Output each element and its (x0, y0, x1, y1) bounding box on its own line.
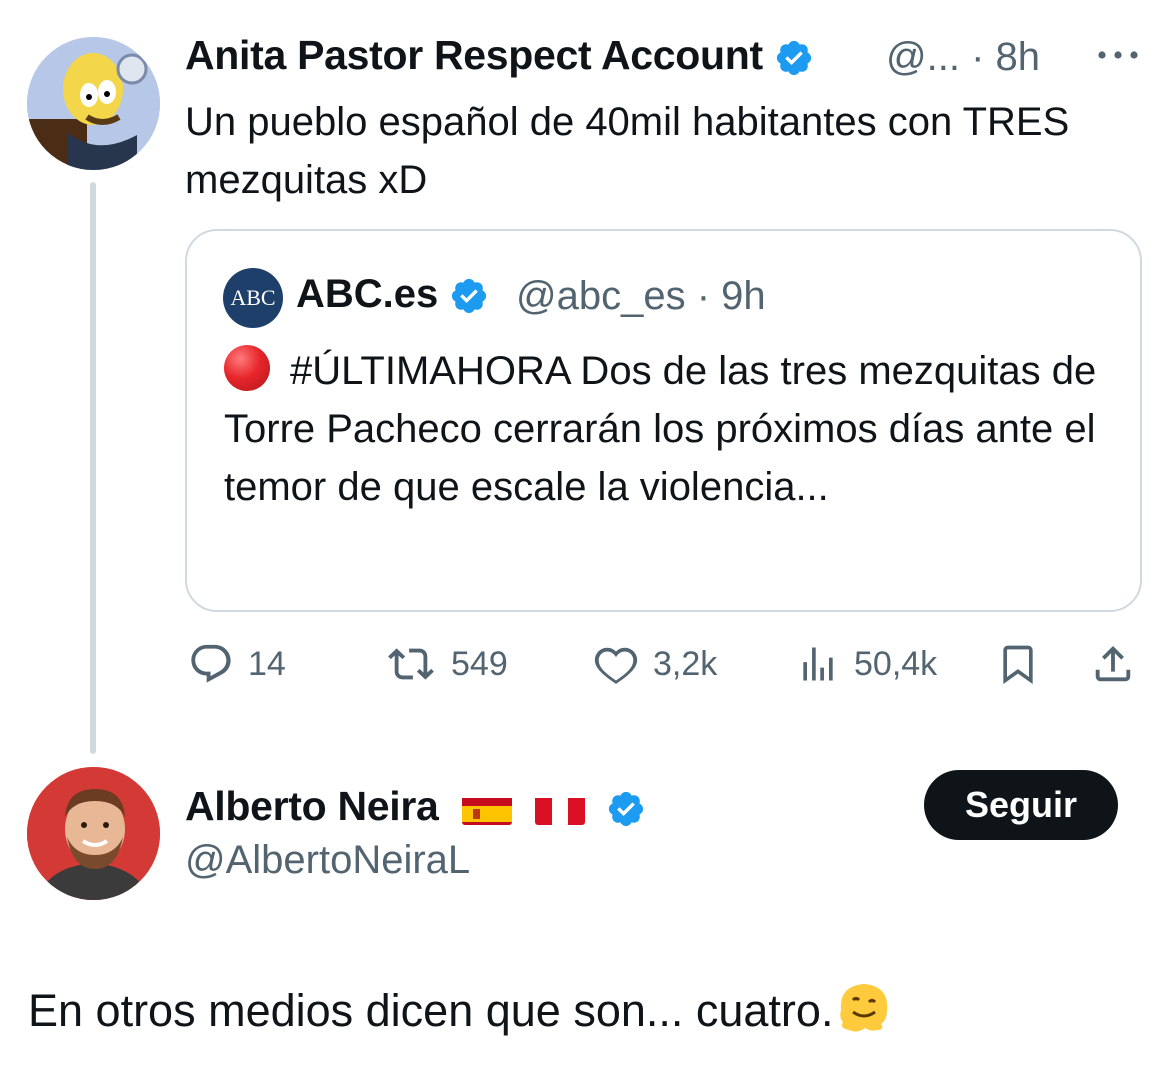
reply-author-name[interactable]: Alberto Neira (185, 783, 439, 829)
peru-flag-icon (534, 793, 585, 826)
tweet-text: Un pueblo español de 40mil habitantes co… (185, 100, 1070, 202)
retweet-count: 549 (451, 644, 508, 683)
reply-author-avatar[interactable] (27, 767, 160, 900)
views-button[interactable]: 50,4k (796, 640, 937, 688)
verified-badge-icon (452, 279, 487, 314)
retweet-button[interactable]: 549 (385, 640, 508, 688)
quote-author-handle[interactable]: @abc_es (516, 274, 686, 318)
author-handle-time[interactable]: @... · 8h (886, 35, 1040, 80)
comment-icon (191, 644, 231, 683)
bookmark-button[interactable] (996, 640, 1040, 688)
share-icon (1095, 645, 1131, 682)
tweet-time[interactable]: · 8h (971, 35, 1040, 79)
author-name-row[interactable]: Anita Pastor Respect Account (185, 32, 814, 79)
spain-flag-icon (461, 793, 512, 826)
red-circle-icon (224, 345, 270, 391)
follow-button[interactable]: Seguir (924, 770, 1118, 840)
thread-line (90, 182, 96, 754)
views-count: 50,4k (854, 644, 938, 683)
author-name[interactable]: Anita Pastor Respect Account (185, 32, 763, 78)
author-avatar[interactable] (27, 37, 160, 170)
reply-count: 14 (248, 644, 286, 683)
abc-logo-text: ABC (230, 285, 276, 310)
reply-text-row: En otros medios dicen que son... cuatro. (28, 980, 893, 1037)
melting-face-emoji-icon (840, 984, 888, 1032)
quote-author-name-row[interactable]: ABC.es (296, 272, 489, 317)
more-options-button[interactable] (1096, 40, 1140, 70)
reply-author-name-row[interactable]: Alberto Neira (185, 783, 646, 830)
verified-badge-icon (608, 792, 643, 827)
reply-text: En otros medios dicen que son... cuatro. (28, 985, 834, 1036)
like-count: 3,2k (653, 644, 718, 683)
reply-author-handle[interactable]: @AlbertoNeiraL (185, 838, 470, 883)
share-button[interactable] (1090, 640, 1136, 688)
retweet-icon (388, 648, 434, 680)
quote-handle-time[interactable]: @abc_es · 9h (516, 274, 766, 319)
like-button[interactable]: 3,2k (593, 640, 717, 688)
views-chart-icon (803, 647, 833, 681)
more-horizontal-icon (1098, 51, 1138, 59)
reply-button[interactable]: 14 (188, 640, 286, 688)
author-handle[interactable]: @... (886, 35, 960, 79)
bookmark-icon (1003, 645, 1033, 685)
quote-author-name[interactable]: ABC.es (296, 272, 438, 316)
verified-badge-icon (776, 41, 812, 76)
quote-time[interactable]: · 9h (697, 274, 766, 318)
quote-text: #ÚLTIMAHORA Dos de las tres mezquitas de… (224, 349, 1097, 509)
abc-logo-avatar[interactable]: ABC (223, 268, 283, 328)
heart-icon (594, 647, 638, 684)
quote-text-block: #ÚLTIMAHORA Dos de las tres mezquitas de… (224, 342, 1114, 516)
